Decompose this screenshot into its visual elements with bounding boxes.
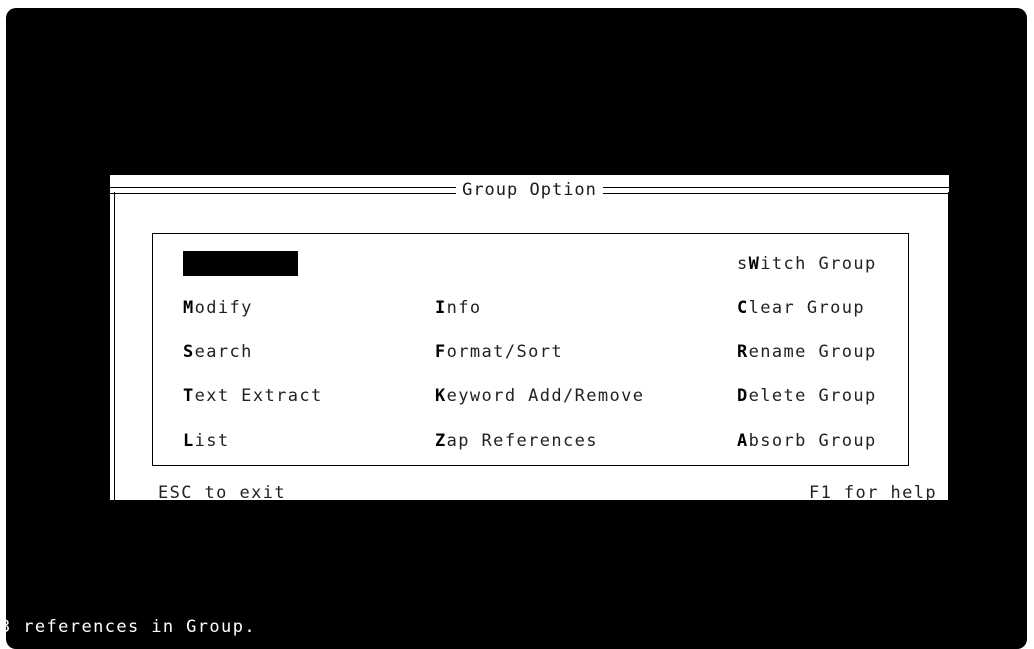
menu-item-label: bsorb Group bbox=[748, 431, 877, 451]
dialog-right-border bbox=[948, 192, 949, 500]
hotkey: F bbox=[435, 342, 447, 362]
hotkey: A bbox=[737, 431, 749, 451]
menu-item-text-extract[interactable]: Text Extract bbox=[183, 385, 323, 407]
hotkey: R bbox=[737, 342, 749, 362]
menu-item-list[interactable]: List bbox=[183, 430, 230, 452]
hotkey: D bbox=[737, 386, 749, 406]
menu-item-label: ext Extract bbox=[194, 386, 323, 406]
hotkey: L bbox=[183, 431, 195, 451]
menu-item-search[interactable]: Search bbox=[183, 341, 253, 363]
hotkey: I bbox=[435, 298, 447, 318]
menu-item-keyword-add-remove[interactable]: Keyword Add/Remove bbox=[435, 385, 644, 407]
group-menu: Modify Search Text Extract List Info For… bbox=[152, 233, 909, 466]
esc-hint: ESC to exit bbox=[158, 483, 286, 503]
menu-item-label: lear Group bbox=[748, 298, 865, 318]
menu-item-clear-group[interactable]: Clear Group bbox=[737, 297, 865, 319]
group-option-dialog: Group Option Modify Search Text Extract … bbox=[110, 175, 949, 503]
help-hint: F1 for help bbox=[809, 483, 937, 503]
hotkey: C bbox=[737, 298, 749, 318]
menu-item-label: eyword Add/Remove bbox=[446, 386, 645, 406]
menu-item-switch-group[interactable]: sWitch Group bbox=[737, 253, 877, 275]
hotkey: T bbox=[183, 386, 195, 406]
menu-item-selected[interactable] bbox=[183, 251, 298, 276]
menu-item-label: ename Group bbox=[748, 342, 877, 362]
menu-item-delete-group[interactable]: Delete Group bbox=[737, 385, 877, 407]
dialog-left-border bbox=[114, 192, 115, 500]
hotkey: K bbox=[435, 386, 447, 406]
menu-item-label: ormat/Sort bbox=[446, 342, 563, 362]
dialog-title: Group Option bbox=[110, 180, 949, 200]
status-line: 3 references in Group. bbox=[6, 617, 256, 637]
menu-item-label: ap References bbox=[446, 431, 598, 451]
hotkey: S bbox=[183, 342, 195, 362]
terminal-screen: Group Option Modify Search Text Extract … bbox=[6, 8, 1027, 649]
hotkey: Z bbox=[435, 431, 447, 451]
menu-item-format-sort[interactable]: Format/Sort bbox=[435, 341, 563, 363]
hotkey: W bbox=[748, 254, 761, 274]
menu-item-label: elete Group bbox=[748, 386, 877, 406]
menu-item-label: ist bbox=[194, 431, 230, 451]
menu-item-label: earch bbox=[194, 342, 253, 362]
menu-item-label: nfo bbox=[446, 298, 482, 318]
hotkey: M bbox=[183, 298, 195, 318]
menu-item-label: odify bbox=[194, 298, 253, 318]
menu-item-rename-group[interactable]: Rename Group bbox=[737, 341, 877, 363]
menu-item-absorb-group[interactable]: Absorb Group bbox=[737, 430, 877, 452]
menu-item-modify[interactable]: Modify bbox=[183, 297, 253, 319]
menu-item-zap-references[interactable]: Zap References bbox=[435, 430, 598, 452]
menu-item-label: itch Group bbox=[760, 254, 877, 274]
menu-item-prefix: s bbox=[737, 254, 749, 274]
menu-item-info[interactable]: Info bbox=[435, 297, 482, 319]
